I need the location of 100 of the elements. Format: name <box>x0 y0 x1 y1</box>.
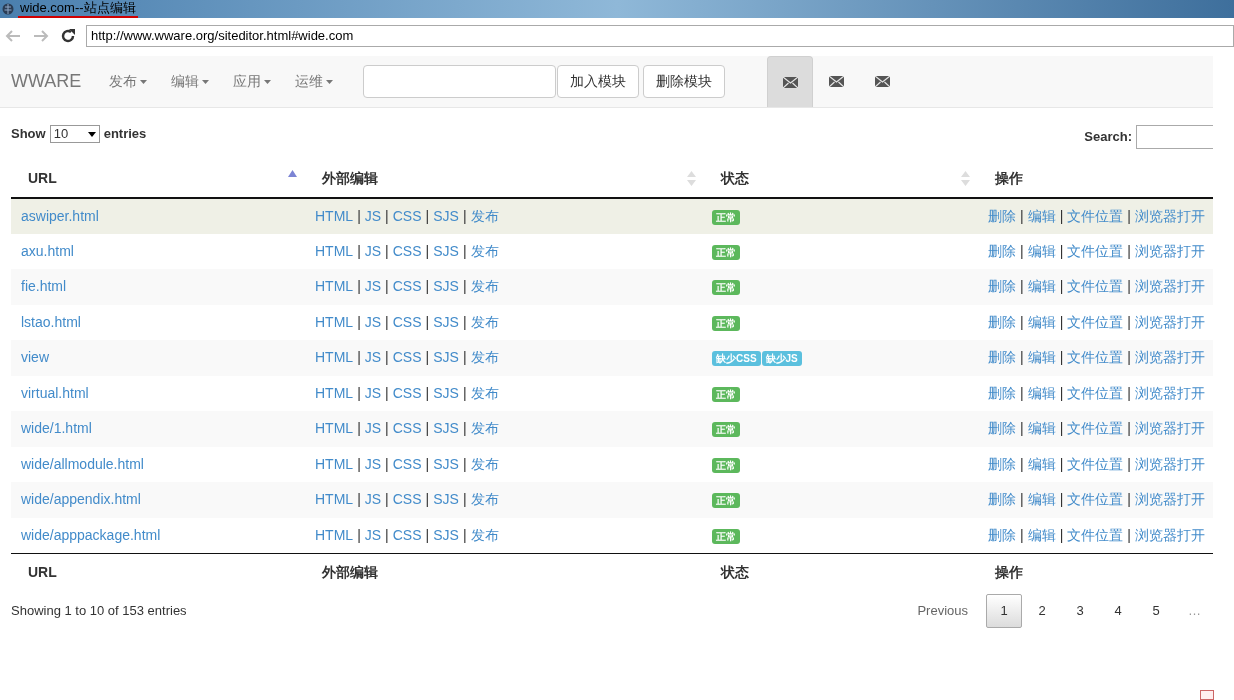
nav-menu[interactable]: 发布 <box>109 71 148 92</box>
table-row[interactable]: wide/appendix.html HTML | JS | CSS | SJS | 发布 正常 删除 | 编辑 | 文件位置 | 浏览器打开 <box>11 482 1213 518</box>
table-row[interactable]: virtual.html HTML | JS | CSS | SJS | 发布 正常 删除 | 编辑 | 文件位置 | 浏览器打开 <box>11 375 1213 411</box>
page-button[interactable]: 3 <box>1062 594 1098 628</box>
column-header[interactable]: 状态 <box>704 160 978 198</box>
action-link[interactable]: 浏览器打开 <box>1135 491 1205 508</box>
edit-link[interactable]: CSS <box>392 278 422 295</box>
nav-menu[interactable]: 编辑 <box>171 71 210 92</box>
action-link[interactable]: 删除 <box>988 420 1017 437</box>
action-link[interactable]: 浏览器打开 <box>1135 420 1205 437</box>
action-link[interactable]: 删除 <box>988 242 1017 259</box>
edit-link[interactable]: CSS <box>392 242 422 259</box>
page-button[interactable]: 4 <box>1100 594 1136 628</box>
url-link[interactable]: virtual.html <box>21 384 89 401</box>
url-link[interactable]: lstao.html <box>21 313 81 330</box>
edit-link[interactable]: JS <box>364 455 382 472</box>
action-link[interactable]: 浏览器打开 <box>1135 278 1205 295</box>
action-link[interactable]: 文件位置 <box>1067 491 1124 508</box>
url-link[interactable]: wide/allmodule.html <box>21 455 144 472</box>
edit-link[interactable]: CSS <box>392 207 422 224</box>
action-link[interactable]: 删除 <box>988 526 1017 543</box>
edit-link[interactable]: JS <box>364 207 382 224</box>
table-row[interactable]: fie.html HTML | JS | CSS | SJS | 发布 正常 删除 | 编辑 | 文件位置 | 浏览器打开 <box>11 269 1213 305</box>
edit-link[interactable]: 发布 <box>470 491 499 508</box>
edit-link[interactable]: 发布 <box>470 207 499 224</box>
brand-logo[interactable]: WWARE <box>11 68 82 95</box>
edit-link[interactable]: JS <box>364 278 382 295</box>
action-link[interactable]: 编辑 <box>1027 349 1056 366</box>
edit-link[interactable]: HTML <box>315 526 354 543</box>
edit-link[interactable]: JS <box>364 242 382 259</box>
action-link[interactable]: 编辑 <box>1027 491 1056 508</box>
action-link[interactable]: 文件位置 <box>1067 242 1124 259</box>
edit-link[interactable]: SJS <box>433 526 459 543</box>
edit-link[interactable]: SJS <box>433 242 459 259</box>
edit-link[interactable]: 发布 <box>470 278 499 295</box>
action-link[interactable]: 删除 <box>988 207 1017 224</box>
column-header[interactable]: URL <box>11 160 305 198</box>
edit-link[interactable]: 发布 <box>470 455 499 472</box>
action-link[interactable]: 编辑 <box>1027 313 1056 330</box>
edit-link[interactable]: CSS <box>392 349 422 366</box>
edit-link[interactable]: SJS <box>433 455 459 472</box>
action-link[interactable]: 编辑 <box>1027 384 1056 401</box>
edit-link[interactable]: SJS <box>433 384 459 401</box>
nav-menu[interactable]: 应用 <box>233 71 272 92</box>
action-link[interactable]: 编辑 <box>1027 526 1056 543</box>
module-button[interactable]: 加入模块 <box>557 65 640 98</box>
page-size-select[interactable]: 10 <box>49 125 100 143</box>
action-link[interactable]: 编辑 <box>1027 278 1056 295</box>
action-link[interactable]: 文件位置 <box>1067 313 1124 330</box>
search-field[interactable] <box>1136 125 1213 149</box>
url-link[interactable]: axu.html <box>21 242 74 259</box>
edit-link[interactable]: SJS <box>433 420 459 437</box>
edit-link[interactable]: JS <box>364 420 382 437</box>
edit-link[interactable]: HTML <box>315 313 354 330</box>
edit-link[interactable]: 发布 <box>470 384 499 401</box>
edit-link[interactable]: CSS <box>392 313 422 330</box>
table-row[interactable]: lstao.html HTML | JS | CSS | SJS | 发布 正常 删除 | 编辑 | 文件位置 | 浏览器打开 <box>11 304 1213 340</box>
edit-link[interactable]: CSS <box>392 420 422 437</box>
edit-link[interactable]: HTML <box>315 455 354 472</box>
action-link[interactable]: 文件位置 <box>1067 207 1124 224</box>
edit-link[interactable]: SJS <box>433 278 459 295</box>
action-link[interactable]: 编辑 <box>1027 207 1056 224</box>
edit-link[interactable]: 发布 <box>470 242 499 259</box>
action-link[interactable]: 删除 <box>988 349 1017 366</box>
edit-link[interactable]: CSS <box>392 455 422 472</box>
edit-link[interactable]: CSS <box>392 526 422 543</box>
action-link[interactable]: 浏览器打开 <box>1135 384 1205 401</box>
table-row[interactable]: view HTML | JS | CSS | SJS | 发布 缺少CSS 缺少JS 删除 | 编辑 | 文件位置 | 浏览器打开 <box>11 340 1213 376</box>
reload-icon[interactable] <box>60 28 76 44</box>
url-link[interactable]: wide/appendix.html <box>21 491 141 508</box>
module-button[interactable]: 删除模块 <box>643 65 726 98</box>
table-row[interactable]: axu.html HTML | JS | CSS | SJS | 发布 正常 删除 | 编辑 | 文件位置 | 浏览器打开 <box>11 233 1213 269</box>
edit-link[interactable]: HTML <box>315 491 354 508</box>
edit-link[interactable]: CSS <box>392 384 422 401</box>
edit-link[interactable]: JS <box>364 384 382 401</box>
page-button[interactable]: 2 <box>1024 594 1060 628</box>
action-link[interactable]: 浏览器打开 <box>1135 526 1205 543</box>
nav-menu[interactable]: 运维 <box>295 71 334 92</box>
table-row[interactable]: wide/allmodule.html HTML | JS | CSS | SJS | 发布 正常 删除 | 编辑 | 文件位置 | 浏览器打开 <box>11 446 1213 482</box>
action-link[interactable]: 删除 <box>988 278 1017 295</box>
action-link[interactable]: 文件位置 <box>1067 526 1124 543</box>
page-button[interactable]: 1 <box>986 594 1022 628</box>
edit-link[interactable]: JS <box>364 526 382 543</box>
url-link[interactable]: fie.html <box>21 278 67 295</box>
edit-link[interactable]: HTML <box>315 349 354 366</box>
action-link[interactable]: 编辑 <box>1027 420 1056 437</box>
table-row[interactable]: wide/apppackage.html HTML | JS | CSS | SJS | 发布 正常 删除 | 编辑 | 文件位置 | 浏览器打开 <box>11 517 1213 553</box>
action-link[interactable]: 删除 <box>988 455 1017 472</box>
url-link[interactable]: wide/apppackage.html <box>21 526 161 543</box>
action-link[interactable]: 浏览器打开 <box>1135 313 1205 330</box>
page-button[interactable]: 5 <box>1138 594 1174 628</box>
action-link[interactable]: 浏览器打开 <box>1135 207 1205 224</box>
action-link[interactable]: 文件位置 <box>1067 384 1124 401</box>
action-link[interactable]: 删除 <box>988 313 1017 330</box>
edit-link[interactable]: 发布 <box>470 526 499 543</box>
action-link[interactable]: 文件位置 <box>1067 349 1124 366</box>
action-link[interactable]: 编辑 <box>1027 242 1056 259</box>
edit-link[interactable]: JS <box>364 491 382 508</box>
edit-link[interactable]: SJS <box>433 491 459 508</box>
table-row[interactable]: wide/1.html HTML | JS | CSS | SJS | 发布 正常 删除 | 编辑 | 文件位置 | 浏览器打开 <box>11 411 1213 447</box>
